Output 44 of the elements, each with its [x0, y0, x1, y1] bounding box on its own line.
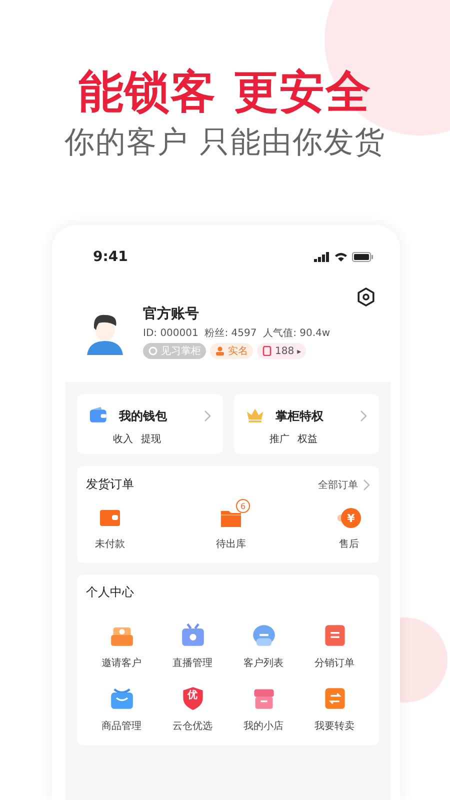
person-icon	[215, 346, 225, 356]
card-link[interactable]: 收入	[113, 432, 133, 446]
headline: 能锁客 更安全	[78, 64, 372, 120]
account-name: 官方账号	[143, 305, 200, 323]
account-stats: ID: 000001 粉丝: 4597 人气值: 90.4w	[143, 326, 330, 340]
wifi-icon	[334, 252, 348, 262]
subtitle: 你的客户 只能由你发货	[64, 124, 386, 162]
chevron-icon	[360, 410, 367, 422]
order-status-item[interactable]: 6 待出库	[207, 498, 255, 551]
all-orders-link[interactable]: 全部订单	[318, 478, 370, 492]
basket-icon	[110, 686, 134, 710]
menu-grid-item[interactable]: 优 云仓优选	[157, 686, 228, 733]
menu-grid-item[interactable]: 客户列表	[228, 623, 299, 670]
order-status-item[interactable]: ¥ 售后	[328, 498, 370, 551]
chevron-icon	[363, 478, 370, 490]
profile-tag[interactable]: 188 ▸	[257, 343, 306, 359]
menu-grid-item[interactable]: 邀请客户	[86, 623, 157, 670]
order-status-item[interactable]: 未付款	[86, 498, 134, 551]
card-title: 我的钱包	[119, 408, 168, 424]
wallet-icon	[99, 507, 121, 529]
card-link[interactable]: 权益	[298, 432, 318, 446]
menu-grid-item[interactable]: 直播管理	[157, 623, 228, 670]
card-title: 掌柜特权	[276, 408, 324, 424]
settings-icon[interactable]	[356, 287, 376, 307]
menu-grid-item[interactable]: 我要转卖	[299, 686, 370, 733]
section-title: 发货订单	[86, 476, 134, 493]
menu-grid-item[interactable]: 商品管理	[86, 686, 157, 733]
count-badge: 6	[236, 499, 250, 513]
menu-grid-item[interactable]: 分销订单	[299, 623, 370, 670]
phone-icon	[262, 346, 272, 356]
card-link[interactable]: 提现	[141, 432, 161, 446]
chat-icon	[252, 623, 276, 647]
chevron-icon	[204, 410, 210, 422]
signal-icon	[314, 252, 330, 262]
status-time: 9:41	[93, 249, 128, 265]
shield-icon	[180, 686, 204, 710]
shortcut-card[interactable]: 我的钱包 收入 提现	[77, 394, 222, 454]
card-link[interactable]: 推广	[270, 432, 290, 446]
shortcut-card[interactable]: 掌柜特权 推广 权益	[234, 394, 379, 454]
yen-icon: ¥	[341, 508, 361, 528]
menu-grid-item[interactable]: 我的小店	[228, 686, 299, 733]
battery-icon	[352, 252, 374, 262]
tv-icon	[180, 623, 204, 647]
section-title: 个人中心	[86, 584, 134, 601]
